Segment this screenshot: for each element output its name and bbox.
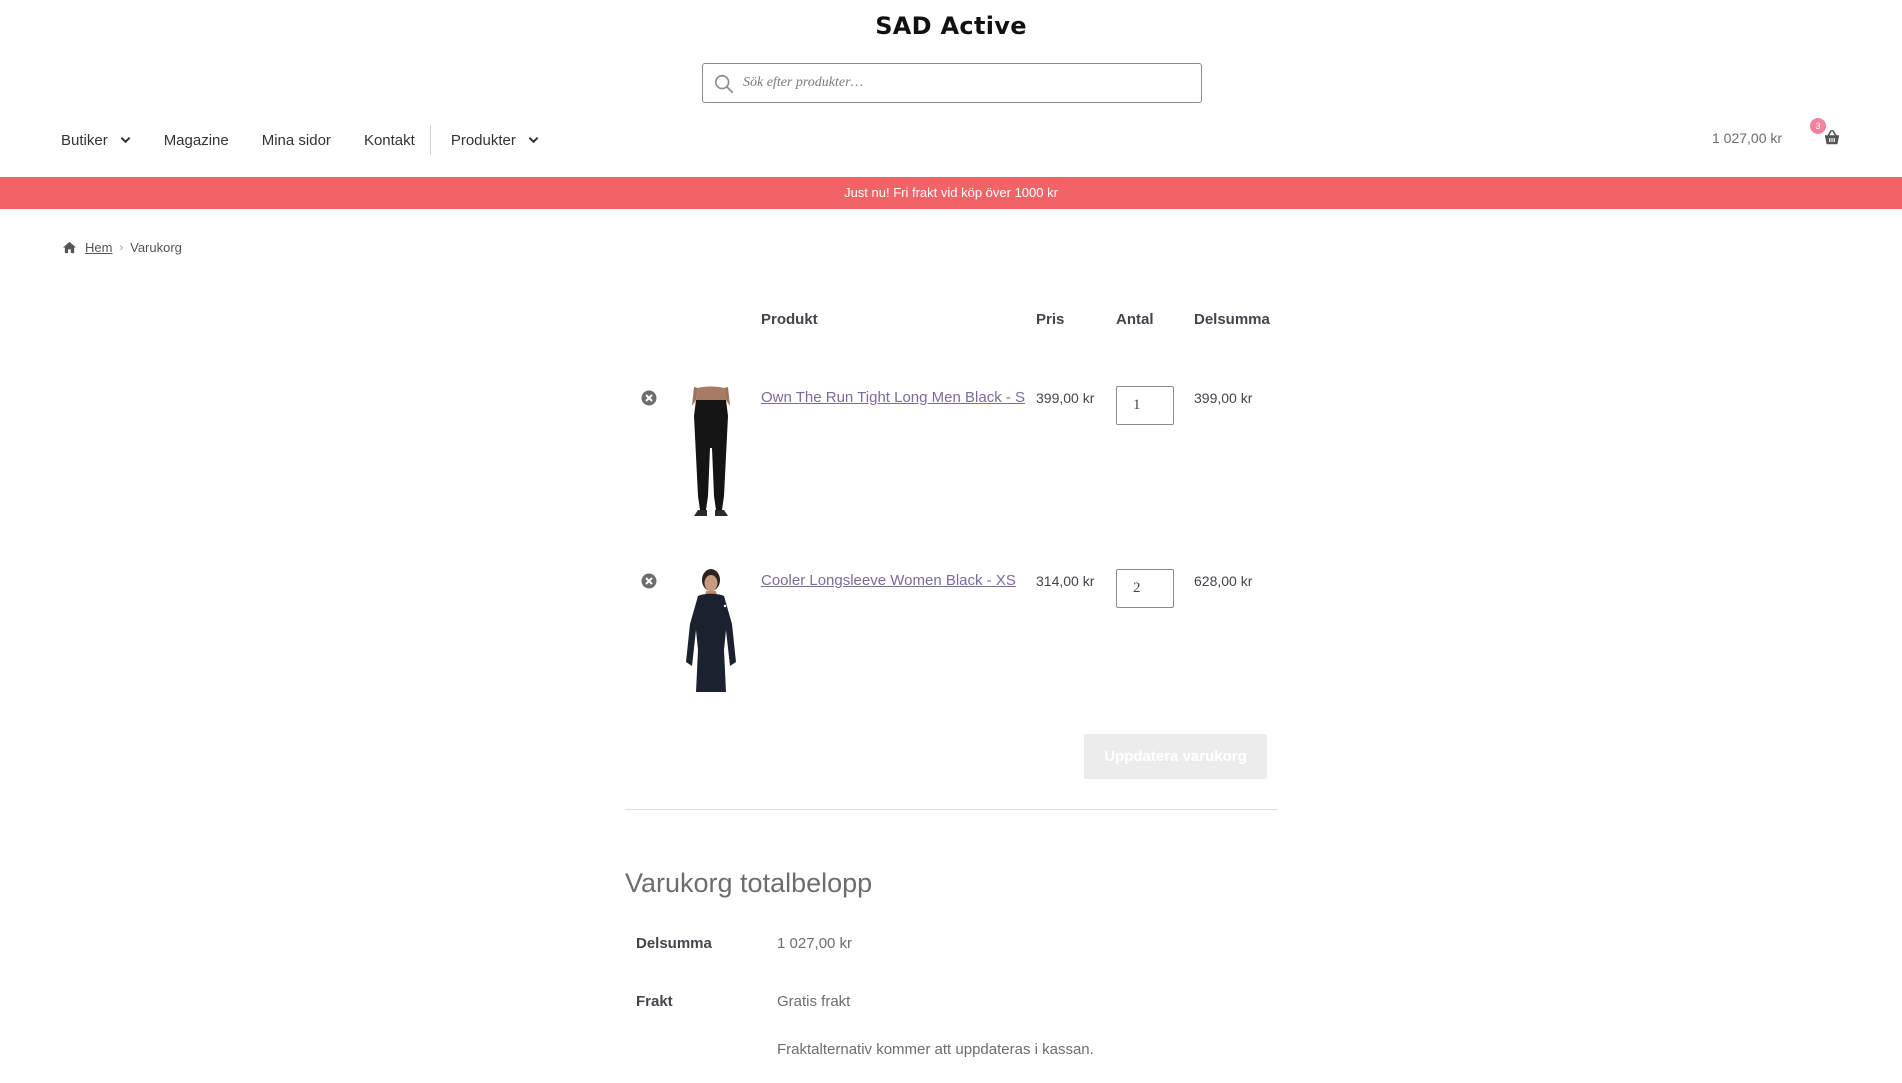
quantity-input[interactable] <box>1116 386 1174 425</box>
nav-item-label: Kontakt <box>363 131 415 149</box>
product-subtotal: 628,00 kr <box>1194 573 1253 589</box>
breadcrumb-home-link[interactable]: Hem <box>85 240 112 255</box>
column-header-product: Produkt <box>761 311 818 328</box>
cart-totals-title: Varukorg totalbelopp <box>625 868 873 898</box>
totals-shipping-value: Gratis frakt <box>777 993 851 1010</box>
product-thumbnail[interactable] <box>680 386 742 518</box>
search-input[interactable] <box>743 68 1193 98</box>
totals-shipping-label: Frakt <box>636 993 673 1010</box>
cart-count-badge: 3 <box>1810 118 1826 134</box>
nav-item-produkter[interactable]: Produkter <box>451 132 539 149</box>
promo-banner: Just nu! Fri frakt vid köp över 1000 kr <box>0 177 1902 209</box>
primary-navigation: Butiker Magazine Mina sidor Kontakt Prod… <box>61 125 572 155</box>
nav-item-mina-sidor[interactable]: Mina sidor <box>262 132 331 149</box>
nav-item-kontakt[interactable]: Kontakt <box>364 132 415 149</box>
remove-item-icon[interactable] <box>641 573 657 589</box>
header-cart-total[interactable]: 1 027,00 kr <box>1712 130 1782 146</box>
nav-item-label: Butiker <box>61 131 108 149</box>
nav-divider <box>429 125 431 155</box>
totals-subtotal-value: 1 027,00 kr <box>777 935 853 952</box>
totals-subtotal-label: Delsumma <box>636 935 712 952</box>
product-link[interactable]: Own The Run Tight Long Men Black - S <box>761 389 1025 406</box>
nav-item-butiker[interactable]: Butiker <box>61 132 131 149</box>
product-search[interactable] <box>702 63 1202 103</box>
nav-item-label: Magazine <box>163 131 229 149</box>
nav-item-label: Produkter <box>450 131 516 149</box>
breadcrumb-current: Varukorg <box>130 240 182 255</box>
breadcrumb-separator: › <box>119 241 124 254</box>
column-header-quantity: Antal <box>1116 311 1154 328</box>
site-title[interactable]: SAD Active <box>0 12 1902 40</box>
nav-item-magazine[interactable]: Magazine <box>164 132 229 149</box>
nav-item-label: Mina sidor <box>261 131 331 149</box>
home-icon <box>63 241 76 254</box>
remove-item-icon[interactable] <box>641 390 657 406</box>
product-thumbnail[interactable] <box>680 566 742 692</box>
column-header-subtotal: Delsumma <box>1194 311 1270 328</box>
breadcrumb: Hem › Varukorg <box>62 240 182 255</box>
product-price: 314,00 kr <box>1036 573 1095 589</box>
product-subtotal: 399,00 kr <box>1194 390 1253 406</box>
chevron-down-icon <box>120 136 131 144</box>
chevron-down-icon <box>528 136 539 144</box>
product-link[interactable]: Cooler Longsleeve Women Black - XS <box>761 572 1016 589</box>
shipping-note: Fraktalternativ kommer att uppdateras i … <box>777 1041 1094 1058</box>
quantity-input[interactable] <box>1116 569 1174 608</box>
column-header-price: Pris <box>1036 311 1065 328</box>
update-cart-button[interactable]: Uppdatera varukorg <box>1084 734 1267 779</box>
divider <box>625 809 1277 810</box>
product-price: 399,00 kr <box>1036 390 1095 406</box>
basket-icon[interactable] <box>1823 129 1841 147</box>
search-icon <box>714 74 734 94</box>
